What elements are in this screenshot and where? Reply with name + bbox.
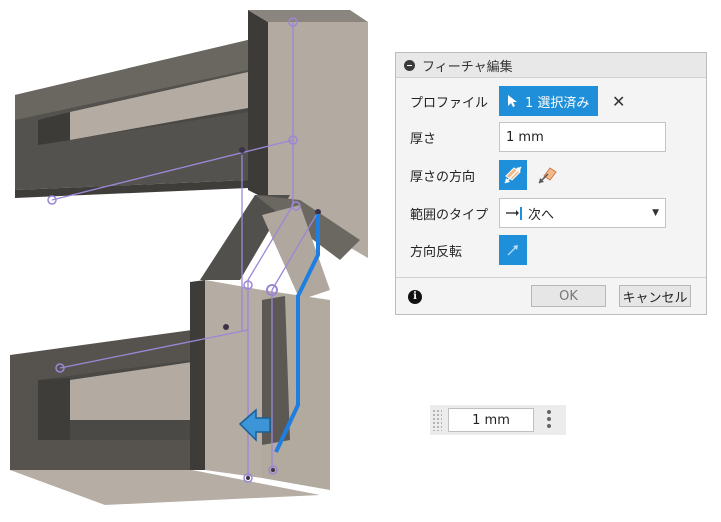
extent-type-select[interactable]: 次へ ▼: [499, 198, 666, 228]
extent-type-row: 範囲のタイプ 次へ ▼: [396, 198, 706, 228]
flip-direction-row: 方向反転: [396, 235, 706, 265]
profile-selection-text: 1 選択済み: [525, 95, 590, 111]
dialog-title: フィーチャ編集: [422, 59, 513, 75]
flip-direction-button[interactable]: [499, 235, 527, 265]
close-icon[interactable]: ✕: [612, 92, 625, 111]
extent-type-value: 次へ: [528, 207, 555, 223]
minus-circle-icon[interactable]: [404, 59, 415, 71]
profile-select-button[interactable]: 1 選択済み: [499, 86, 598, 116]
lower-column: [190, 280, 330, 490]
one-side-thickness-icon: [538, 167, 557, 184]
thickness-input[interactable]: 1 mm: [499, 122, 666, 152]
cancel-button[interactable]: キャンセル: [619, 285, 691, 307]
upper-arm-body: [15, 40, 248, 198]
cursor-arrow-icon: [508, 95, 517, 107]
feature-edit-dialog: フィーチャ編集 プロファイル 1 選択済み ✕ 厚さ 1 mm 厚さの方向 範囲…: [395, 52, 707, 315]
floating-value-input: 1 mm: [430, 405, 566, 435]
floating-thickness-input[interactable]: 1 mm: [448, 408, 534, 432]
one-side-thickness-button[interactable]: [533, 160, 561, 190]
chevron-down-icon: ▼: [652, 208, 659, 218]
dialog-footer: i OK キャンセル: [396, 277, 706, 316]
flip-arrow-icon: [507, 245, 518, 256]
dialog-title-bar[interactable]: フィーチャ編集: [396, 53, 706, 78]
info-icon[interactable]: i: [408, 290, 422, 304]
profile-row: プロファイル 1 選択済み ✕: [396, 86, 706, 116]
thickness-label: 厚さ: [410, 131, 437, 147]
extent-next-icon: [506, 207, 522, 220]
grip-icon[interactable]: [432, 409, 442, 431]
thickness-direction-label: 厚さの方向: [410, 169, 476, 185]
more-vertical-icon[interactable]: [547, 410, 551, 430]
symmetric-thickness-icon: [504, 166, 522, 184]
symmetric-thickness-button[interactable]: [499, 160, 527, 190]
profile-label: プロファイル: [410, 95, 489, 111]
flip-direction-label: 方向反転: [410, 244, 463, 260]
extent-type-label: 範囲のタイプ: [410, 207, 489, 223]
thickness-direction-row: 厚さの方向: [396, 160, 706, 190]
ok-button[interactable]: OK: [531, 285, 606, 307]
thickness-row: 厚さ 1 mm: [396, 122, 706, 152]
